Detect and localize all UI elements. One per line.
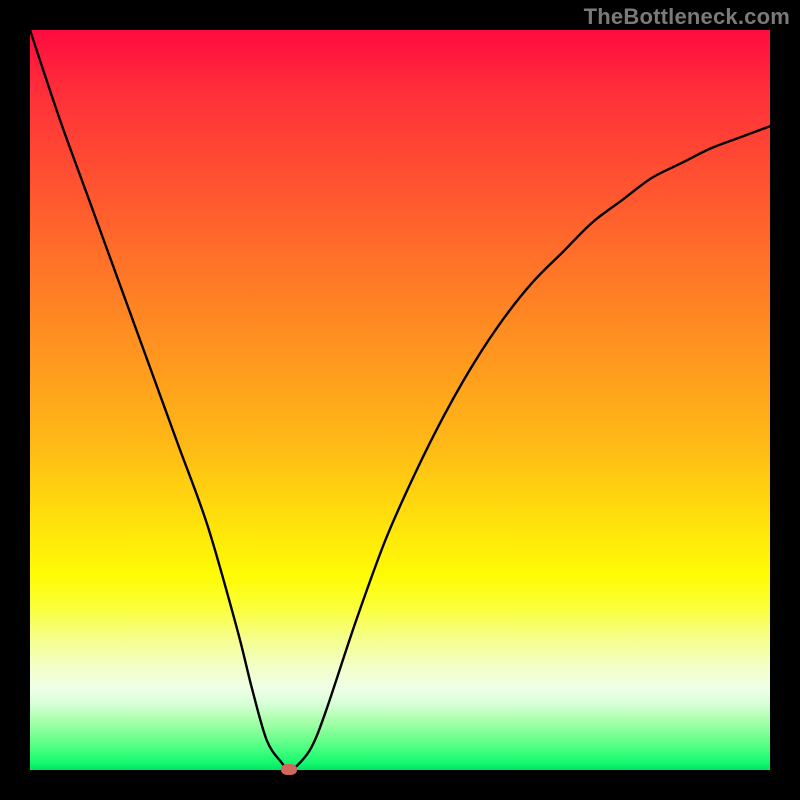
plot-area (30, 30, 770, 770)
chart-frame: TheBottleneck.com (0, 0, 800, 800)
curve-svg (30, 30, 770, 770)
watermark-text: TheBottleneck.com (584, 4, 790, 30)
min-point-marker (281, 764, 297, 775)
bottleneck-curve (30, 30, 770, 770)
